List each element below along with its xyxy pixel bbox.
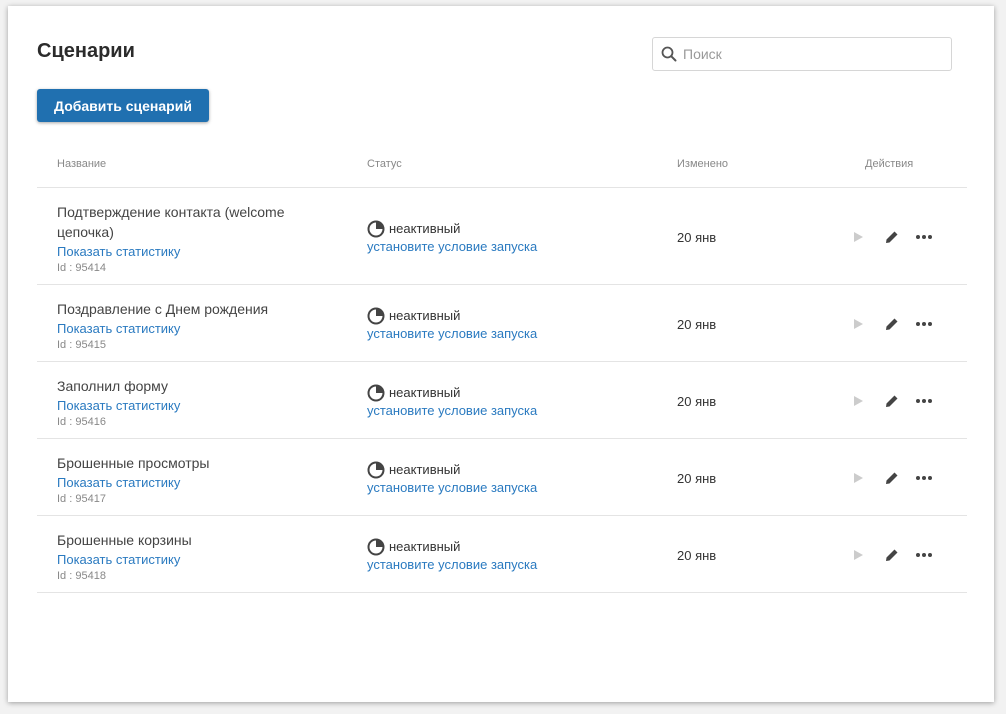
edit-button[interactable]	[883, 315, 901, 333]
play-button[interactable]	[849, 392, 867, 410]
table-row: Брошенные просмотры Показать статистику …	[37, 439, 967, 516]
header-changed: Изменено	[677, 158, 729, 170]
show-stats-link[interactable]: Показать статистику	[57, 474, 307, 491]
pencil-icon	[886, 231, 898, 243]
table-header: Название Статус Изменено Действия	[37, 154, 967, 188]
play-icon	[854, 319, 863, 329]
more-button[interactable]	[915, 228, 933, 246]
more-dots-icon	[916, 399, 932, 403]
status-pie-icon	[367, 384, 385, 401]
status-text: неактивный	[389, 462, 461, 477]
row-actions	[849, 546, 933, 564]
status-pie-icon	[367, 307, 385, 324]
search-input[interactable]	[683, 39, 951, 69]
play-icon	[854, 232, 863, 242]
more-button[interactable]	[915, 469, 933, 487]
row-actions	[849, 315, 933, 333]
scenario-id: Id : 95414	[57, 262, 106, 274]
play-icon	[854, 473, 863, 483]
status-cell: неактивный установите условие запуска	[367, 306, 537, 342]
scenario-name: Заполнил форму	[57, 378, 168, 394]
more-dots-icon	[916, 553, 932, 557]
changed-date: 20 янв	[677, 471, 717, 486]
status-pie-icon	[367, 538, 385, 555]
status-pie-icon	[367, 220, 385, 237]
changed-date: 20 янв	[677, 317, 717, 332]
set-trigger-link[interactable]: установите условие запуска	[367, 556, 537, 573]
show-stats-link[interactable]: Показать статистику	[57, 320, 307, 337]
status-pie-icon	[367, 461, 385, 478]
set-trigger-link[interactable]: установите условие запуска	[367, 479, 537, 496]
table-row: Поздравление с Днем рождения Показать ст…	[37, 285, 967, 362]
scenarios-table: Подтверждение контакта (welcome цепочка)…	[37, 188, 967, 593]
status-cell: неактивный установите условие запуска	[367, 383, 537, 419]
more-button[interactable]	[915, 546, 933, 564]
show-stats-link[interactable]: Показать статистику	[57, 551, 307, 568]
scenario-name: Брошенные просмотры	[57, 455, 210, 471]
set-trigger-link[interactable]: установите условие запуска	[367, 402, 537, 419]
scenario-id: Id : 95418	[57, 570, 106, 582]
more-dots-icon	[916, 235, 932, 239]
play-button[interactable]	[849, 546, 867, 564]
status-cell: неактивный установите условие запуска	[367, 219, 537, 255]
pencil-icon	[886, 472, 898, 484]
scenario-name: Поздравление с Днем рождения	[57, 301, 269, 317]
row-actions	[849, 469, 933, 487]
header-status: Статус	[367, 158, 402, 170]
header-name: Название	[57, 158, 107, 170]
scenario-name: Брошенные корзины	[57, 532, 192, 548]
more-dots-icon	[916, 476, 932, 480]
page-title: Сценарии	[37, 40, 135, 62]
edit-button[interactable]	[883, 546, 901, 564]
set-trigger-link[interactable]: установите условие запуска	[367, 238, 537, 255]
edit-button[interactable]	[883, 469, 901, 487]
edit-button[interactable]	[883, 392, 901, 410]
pencil-icon	[886, 395, 898, 407]
row-actions	[849, 228, 933, 246]
changed-date: 20 янв	[677, 230, 717, 245]
header-actions: Действия	[865, 158, 914, 170]
more-dots-icon	[916, 322, 932, 326]
table-row: Подтверждение контакта (welcome цепочка)…	[37, 188, 967, 285]
more-button[interactable]	[915, 315, 933, 333]
play-button[interactable]	[849, 315, 867, 333]
show-stats-link[interactable]: Показать статистику	[57, 243, 307, 260]
status-text: неактивный	[389, 539, 461, 554]
scenarios-card: Сценарии Добавить сценарий Название Стат…	[8, 6, 994, 702]
play-button[interactable]	[849, 228, 867, 246]
play-icon	[854, 550, 863, 560]
scenario-name: Подтверждение контакта (welcome цепочка)	[57, 204, 285, 240]
changed-date: 20 янв	[677, 548, 717, 563]
more-button[interactable]	[915, 392, 933, 410]
scenario-id: Id : 95415	[57, 339, 106, 351]
pencil-icon	[886, 318, 898, 330]
row-actions	[849, 392, 933, 410]
status-text: неактивный	[389, 385, 461, 400]
edit-button[interactable]	[883, 228, 901, 246]
changed-date: 20 янв	[677, 394, 717, 409]
show-stats-link[interactable]: Показать статистику	[57, 397, 307, 414]
table-row: Брошенные корзины Показать статистику Id…	[37, 516, 967, 593]
scenario-id: Id : 95417	[57, 493, 106, 505]
table-row: Заполнил форму Показать статистику Id : …	[37, 362, 967, 439]
status-text: неактивный	[389, 308, 461, 323]
play-button[interactable]	[849, 469, 867, 487]
search-box[interactable]	[652, 37, 952, 71]
status-cell: неактивный установите условие запуска	[367, 537, 537, 573]
pencil-icon	[886, 549, 898, 561]
set-trigger-link[interactable]: установите условие запуска	[367, 325, 537, 342]
status-text: неактивный	[389, 221, 461, 236]
scenario-id: Id : 95416	[57, 416, 106, 428]
add-scenario-button[interactable]: Добавить сценарий	[37, 89, 209, 122]
play-icon	[854, 396, 863, 406]
search-icon	[661, 46, 677, 62]
status-cell: неактивный установите условие запуска	[367, 460, 537, 496]
